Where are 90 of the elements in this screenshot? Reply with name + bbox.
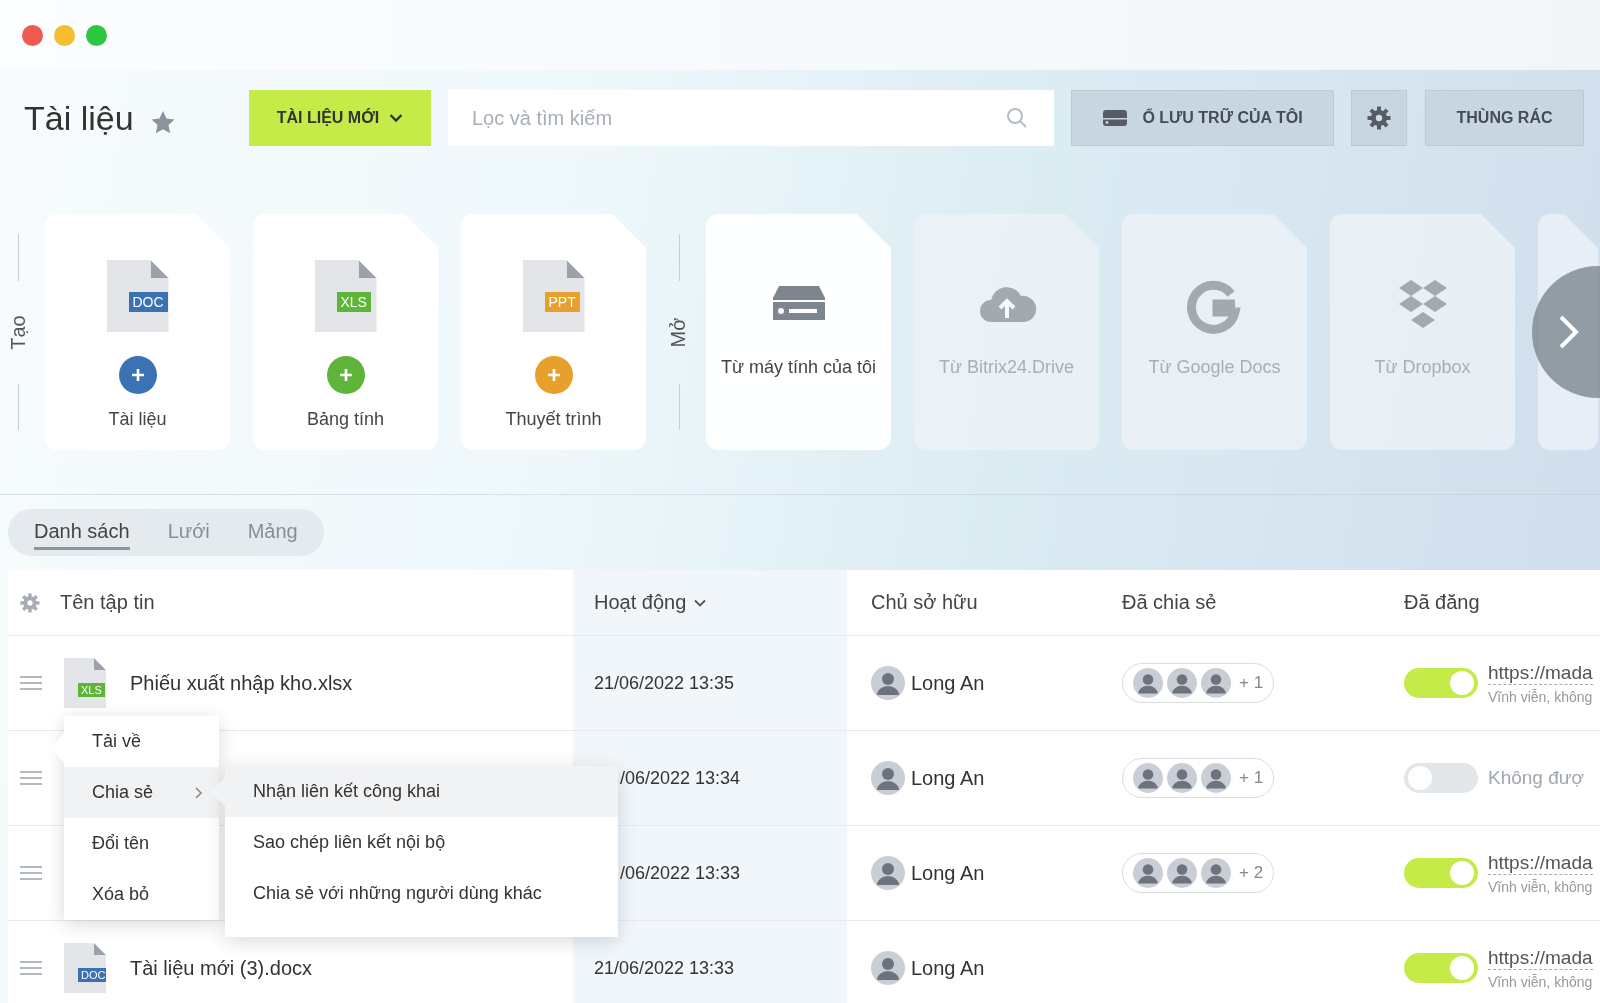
toggle-switch[interactable]	[1404, 953, 1478, 983]
new-document-button[interactable]: TÀI LIỆU MỚI	[249, 90, 431, 146]
avatar	[1201, 668, 1231, 698]
card-label: Bảng tính	[305, 408, 386, 431]
card-label: Từ máy tính của tôi	[719, 356, 878, 379]
more-count: + 1	[1239, 768, 1264, 788]
avatar	[1167, 668, 1197, 698]
toggle-switch[interactable]	[1404, 858, 1478, 888]
column-header[interactable]: Đã đăng	[1404, 591, 1480, 614]
avatar	[871, 856, 905, 890]
drag-handle-icon	[20, 770, 42, 786]
public-link[interactable]: https://mada	[1488, 661, 1593, 685]
menu-item[interactable]: Chia sẻ với những người dùng khác	[225, 868, 618, 919]
link-expiry: Vĩnh viễn, không	[1488, 973, 1593, 990]
drag-handle-icon	[20, 675, 42, 691]
avatar	[1167, 858, 1197, 888]
toggle-switch[interactable]	[1404, 668, 1478, 698]
trash-button[interactable]: THÙNG RÁC	[1425, 90, 1584, 146]
settings-icon	[20, 592, 40, 613]
avatar	[1133, 858, 1163, 888]
my-storage-button[interactable]: Ổ LƯU TRỮ CỦA TÔI	[1071, 90, 1334, 146]
create-card[interactable]: DOC Tài liệu	[45, 214, 230, 450]
date-text: 21/06/2022 13:35	[594, 672, 735, 694]
column-header[interactable]: Đã chia sẻ	[1122, 591, 1217, 614]
owner-name: Long An	[911, 671, 985, 695]
owner-name: Long An	[911, 766, 985, 790]
menu-item[interactable]: Đổi tên	[64, 818, 219, 869]
import-card[interactable]: Từ máy tính của tôi	[706, 214, 891, 450]
publish-status: Không đượ	[1488, 767, 1584, 789]
link-expiry: Vĩnh viễn, không	[1488, 688, 1593, 705]
settings-button[interactable]	[1351, 90, 1407, 146]
menu-item[interactable]: Xóa bỏ	[64, 869, 219, 920]
window-minimize-button[interactable]	[54, 24, 75, 46]
file-name[interactable]: Tài liệu mới (3).docx	[130, 956, 313, 980]
avatar	[1133, 668, 1163, 698]
drive-icon	[1102, 109, 1129, 127]
avatar	[871, 951, 905, 985]
document-icon: XLS	[314, 260, 377, 332]
card-label: Từ Google Docs	[1147, 356, 1282, 379]
avatar	[871, 761, 905, 795]
menu-item[interactable]: Sao chép liên kết nội bộ	[225, 817, 618, 868]
section-label: Tạo	[6, 314, 30, 350]
section-label: Mở	[667, 317, 691, 347]
card-label: Từ Bitrix24.Drive	[937, 356, 1076, 379]
file-icon: DOC	[64, 943, 106, 993]
avatar	[1201, 858, 1231, 888]
menu-item[interactable]: Nhận liên kết công khai	[225, 766, 618, 817]
link-expiry: Vĩnh viễn, không	[1488, 878, 1593, 895]
search-icon	[1006, 107, 1028, 129]
card-label: Tài liệu	[107, 408, 168, 431]
avatar	[1201, 763, 1231, 793]
column-header[interactable]: Chủ sở hữu	[871, 591, 978, 614]
toggle-switch[interactable]	[1404, 763, 1478, 793]
settings-icon	[1367, 106, 1391, 130]
create-card[interactable]: XLS Bảng tính	[253, 214, 438, 450]
avatar	[1167, 763, 1197, 793]
window-close-button[interactable]	[22, 24, 43, 46]
chevron-down-icon	[389, 113, 404, 123]
drag-handle-icon	[20, 865, 42, 881]
menu-item[interactable]: Tải về	[64, 716, 219, 767]
more-count: + 1	[1239, 673, 1264, 693]
owner-name: Long An	[911, 956, 985, 980]
drag-handle-icon	[20, 960, 42, 976]
chevron-right-icon	[1558, 314, 1580, 350]
create-card[interactable]: PPT Thuyết trình	[461, 214, 646, 450]
window-maximize-button[interactable]	[86, 24, 107, 46]
public-link[interactable]: https://mada	[1488, 946, 1593, 970]
column-header[interactable]: Tên tập tin	[60, 591, 155, 614]
column-header[interactable]: Hoạt động	[594, 591, 687, 614]
avatar	[871, 666, 905, 700]
chevron-right-icon	[195, 786, 203, 799]
file-icon: XLS	[64, 658, 106, 708]
star-icon	[149, 110, 176, 136]
document-icon: DOC	[106, 260, 169, 332]
view-tab[interactable]: Danh sách	[34, 515, 130, 550]
chevron-down-icon	[694, 598, 707, 607]
avatar	[1133, 763, 1163, 793]
search-field[interactable]: Lọc và tìm kiếm	[448, 90, 1054, 146]
public-link[interactable]: https://mada	[1488, 851, 1593, 875]
card-label: Từ Dropbox	[1373, 356, 1472, 379]
date-text: /06/2022 13:33	[620, 862, 741, 884]
document-icon: PPT	[522, 260, 585, 332]
more-count: + 2	[1239, 863, 1264, 883]
card-label: Thuyết trình	[504, 408, 603, 431]
file-name[interactable]: Phiếu xuất nhập kho.xlsx	[130, 671, 353, 695]
menu-item[interactable]: Chia sẻ	[64, 767, 219, 818]
owner-name: Long An	[911, 861, 985, 885]
page-title: Tài liệu	[24, 98, 134, 138]
date-text: /06/2022 13:34	[620, 767, 741, 789]
date-text: 21/06/2022 13:33	[594, 957, 735, 979]
